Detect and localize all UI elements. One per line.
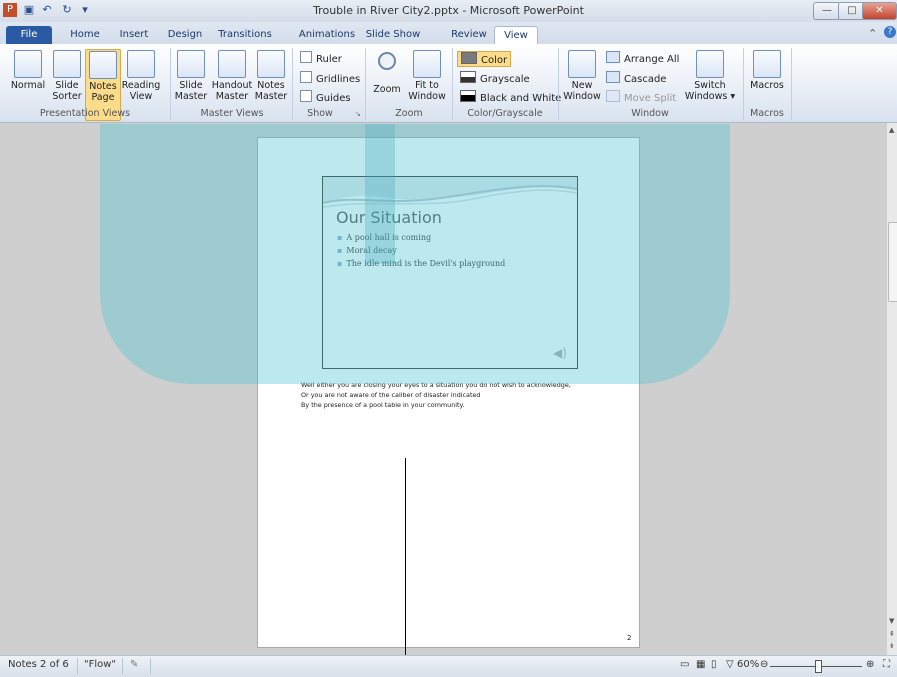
slide-sorter-icon[interactable]: ▦ <box>696 659 705 670</box>
watermark-overlay <box>365 124 395 264</box>
zoom-in-icon[interactable]: ⊕ <box>866 659 874 670</box>
scroll-down-icon[interactable]: ▼ <box>889 617 894 625</box>
color-button[interactable]: Color <box>457 51 512 67</box>
zoom-out-icon[interactable]: ⊖ <box>760 659 768 670</box>
fit-slide-icon[interactable]: ⛶ <box>883 659 890 670</box>
slide-master-icon <box>177 50 205 78</box>
group-separator <box>558 48 559 120</box>
notes-master-icon <box>257 50 285 78</box>
arrange-all-button[interactable]: Arrange All <box>606 51 679 67</box>
slide-master-button[interactable]: Slide Master <box>172 50 210 102</box>
gridlines-checkbox[interactable]: Gridlines <box>300 71 360 87</box>
text-cursor-line <box>405 458 406 676</box>
notes-page-icon <box>89 51 117 79</box>
group-label-zoom: Zoom <box>395 108 423 119</box>
group-label-color-grayscale: Color/Grayscale <box>467 108 543 119</box>
checkbox-icon <box>300 90 312 102</box>
previous-slide-icon[interactable]: ⇞ <box>889 630 895 638</box>
tab-review[interactable]: Review <box>448 26 490 44</box>
grayscale-button[interactable]: Grayscale <box>460 71 530 87</box>
ruler-checkbox[interactable]: Ruler <box>300 51 342 67</box>
status-separator <box>122 658 123 674</box>
tab-insert[interactable]: Insert <box>113 26 155 44</box>
new-window-button[interactable]: New Window <box>561 50 603 102</box>
normal-view-button[interactable]: Normal <box>8 50 48 91</box>
zoom-slider-thumb[interactable] <box>815 660 822 673</box>
reading-view-icon[interactable]: ▯ <box>711 659 717 670</box>
fit-to-window-icon <box>413 50 441 78</box>
scroll-up-icon[interactable]: ▲ <box>889 126 894 134</box>
new-window-icon <box>568 50 596 78</box>
group-separator <box>292 48 293 120</box>
watermark-overlay <box>100 124 730 384</box>
close-button[interactable]: ✕ <box>862 2 897 20</box>
group-separator <box>452 48 453 120</box>
group-label-presentation-views: Presentation Views <box>39 108 131 119</box>
move-split-button[interactable]: Move Split <box>606 90 676 106</box>
handout-master-icon <box>218 50 246 78</box>
reading-view-icon <box>127 50 155 78</box>
group-label-master-views: Master Views <box>200 108 264 119</box>
normal-view-icon[interactable]: ▭ <box>680 659 689 670</box>
black-and-white-button[interactable]: Black and White <box>460 90 561 106</box>
notes-text-line[interactable]: Or you are not aware of the caliber of d… <box>301 391 480 399</box>
group-label-window: Window <box>631 108 669 119</box>
status-separator <box>77 658 78 674</box>
slide-sorter-icon <box>53 50 81 78</box>
status-separator <box>150 658 151 674</box>
tab-view[interactable]: View <box>494 26 538 45</box>
theme-name[interactable]: "Flow" <box>84 659 116 670</box>
group-separator <box>743 48 744 120</box>
notes-text-line[interactable]: By the presence of a pool table in your … <box>301 401 464 409</box>
dialog-launcher-icon[interactable]: ↘ <box>355 110 361 118</box>
tab-slide-show[interactable]: Slide Show <box>362 26 424 44</box>
arrange-all-icon <box>606 51 620 63</box>
help-icon[interactable]: ? <box>884 26 896 38</box>
tab-animations[interactable]: Animations <box>294 26 360 44</box>
group-label-show: Show <box>307 108 333 119</box>
fit-to-window-button[interactable]: Fit to Window <box>406 50 448 102</box>
checkbox-icon <box>300 71 312 83</box>
minimize-button[interactable]: — <box>813 2 841 20</box>
window-title: Trouble in River City2.pptx - Microsoft … <box>313 4 584 17</box>
minimize-ribbon-icon[interactable]: ⌃ <box>868 27 877 40</box>
group-label-macros: Macros <box>750 108 784 119</box>
tab-home[interactable]: Home <box>62 26 108 44</box>
move-split-icon <box>606 90 620 102</box>
magnifier-icon <box>378 52 396 70</box>
vertical-scrollbar[interactable] <box>886 123 897 655</box>
switch-windows-icon <box>696 50 724 78</box>
tab-transitions[interactable]: Transitions <box>210 26 280 44</box>
reading-view-button[interactable]: Reading View <box>120 50 162 102</box>
scrollbar-thumb[interactable] <box>888 222 897 302</box>
group-separator <box>170 48 171 120</box>
slide-sorter-button[interactable]: Slide Sorter <box>48 50 86 102</box>
spell-check-icon[interactable]: ✎ <box>130 659 138 670</box>
slide-counter: Notes 2 of 6 <box>8 659 69 670</box>
group-separator <box>791 48 792 120</box>
guides-checkbox[interactable]: Guides <box>300 90 351 106</box>
handout-master-button[interactable]: Handout Master <box>210 50 254 102</box>
cascade-icon <box>606 71 620 83</box>
normal-view-icon <box>14 50 42 78</box>
group-separator <box>365 48 366 120</box>
zoom-level[interactable]: 60% <box>737 659 759 670</box>
switch-windows-button[interactable]: Switch Windows ▾ <box>684 50 736 102</box>
tab-design[interactable]: Design <box>164 26 206 44</box>
black-white-swatch-icon <box>460 90 476 102</box>
checkbox-icon <box>300 51 312 63</box>
tab-file[interactable]: File <box>6 26 52 44</box>
cascade-button[interactable]: Cascade <box>606 71 666 87</box>
next-slide-icon[interactable]: ⇟ <box>889 642 895 650</box>
zoom-button[interactable]: Zoom <box>370 50 404 95</box>
slide-show-icon[interactable]: ▽ <box>726 659 734 670</box>
grayscale-swatch-icon <box>460 71 476 83</box>
macros-button[interactable]: Macros <box>747 50 787 91</box>
color-swatch-icon <box>461 52 477 64</box>
macros-icon <box>753 50 781 78</box>
page-number: 2 <box>627 634 632 642</box>
notes-master-button[interactable]: Notes Master <box>253 50 289 102</box>
